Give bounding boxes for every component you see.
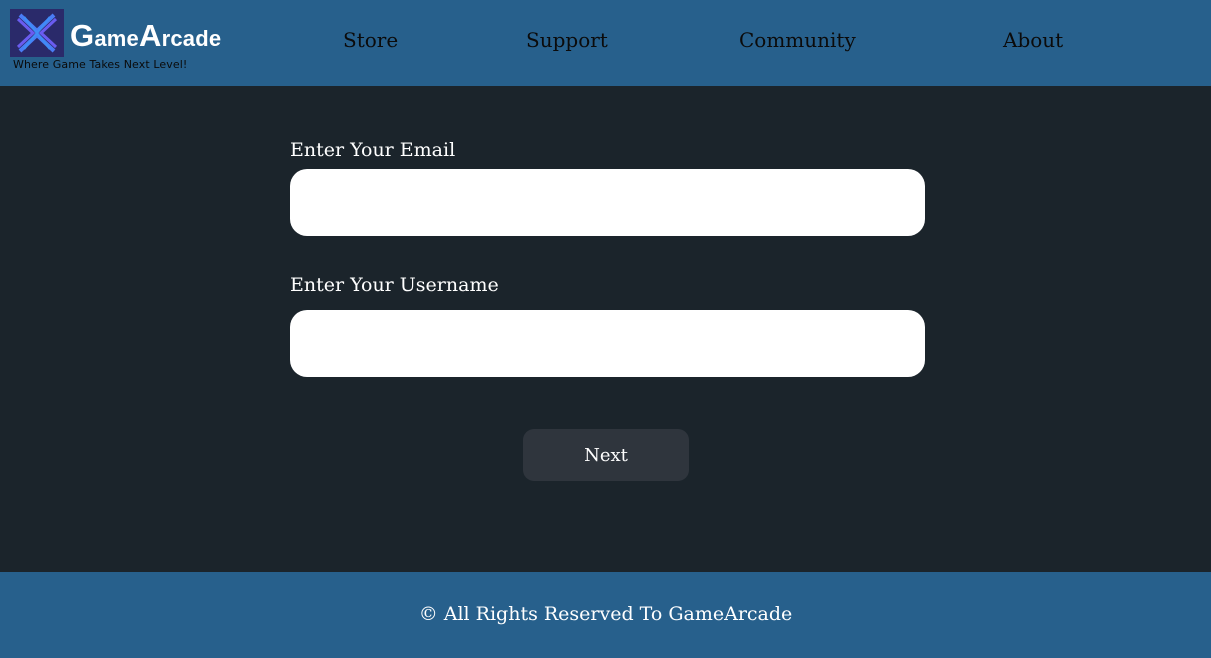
- nav-store[interactable]: Store: [343, 28, 398, 52]
- footer: © All Rights Reserved To GameArcade: [0, 572, 1211, 658]
- brand-letter-a: A: [138, 18, 162, 53]
- nav-support[interactable]: Support: [526, 28, 608, 52]
- x-logo-icon[interactable]: [10, 9, 64, 57]
- brand-letter-g: G: [70, 18, 95, 53]
- brand-part-1: ame: [94, 26, 139, 51]
- email-label: Enter Your Email: [290, 139, 456, 161]
- brand-name[interactable]: GameArcade: [70, 18, 221, 54]
- username-label: Enter Your Username: [290, 274, 499, 296]
- nav-about[interactable]: About: [1003, 28, 1063, 52]
- email-field[interactable]: [290, 169, 925, 236]
- header: GameArcade Where Game Takes Next Level! …: [0, 0, 1211, 86]
- nav-community[interactable]: Community: [739, 28, 856, 52]
- tagline: Where Game Takes Next Level!: [13, 58, 188, 71]
- next-button[interactable]: Next: [523, 429, 689, 481]
- username-field[interactable]: [290, 310, 925, 377]
- brand-part-2: rcade: [161, 26, 222, 51]
- footer-copyright: © All Rights Reserved To GameArcade: [418, 603, 793, 625]
- x-logo-svg: [10, 9, 64, 57]
